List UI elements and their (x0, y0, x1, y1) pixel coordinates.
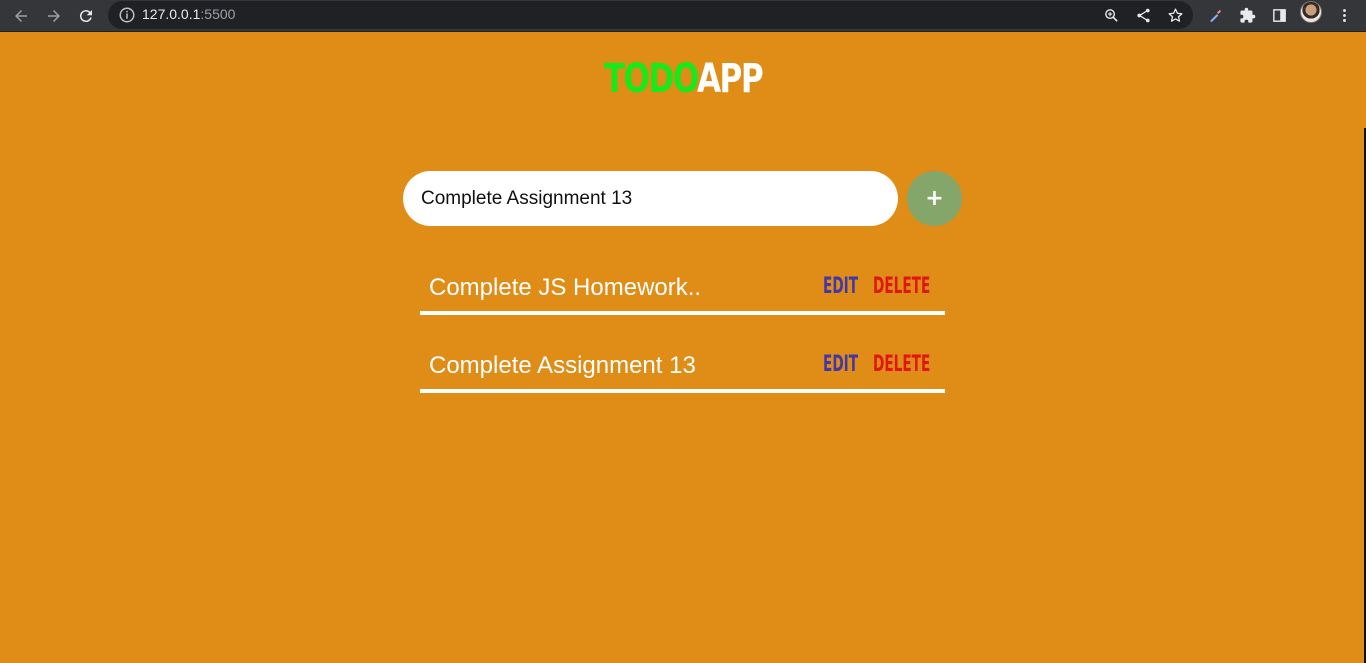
more-menu-icon[interactable] (1332, 3, 1356, 27)
address-bar[interactable]: 127.0.0.1:5500 (108, 1, 1193, 29)
todo-text: Complete JS Homework.. (429, 274, 702, 301)
browser-toolbar: 127.0.0.1:5500 (0, 0, 1366, 32)
bookmark-star-icon[interactable] (1163, 3, 1187, 27)
color-picker-extension-icon[interactable] (1203, 3, 1227, 27)
app-logo: TODOAPP (150, 52, 1215, 106)
reload-icon[interactable] (73, 3, 99, 29)
url-port: :5500 (200, 6, 236, 22)
add-todo-button[interactable]: + (907, 171, 962, 226)
todo-input[interactable] (403, 171, 898, 226)
todo-text: Complete Assignment 13 (429, 352, 696, 379)
delete-button[interactable]: DELETE (873, 274, 930, 299)
url-host: 127.0.0.1 (142, 6, 201, 22)
info-icon[interactable] (118, 6, 136, 24)
share-icon[interactable] (1131, 3, 1155, 27)
edit-button[interactable]: EDIT (823, 274, 858, 299)
logo-app-text: APP (696, 56, 764, 102)
logo-todo-text: TODO (603, 56, 699, 102)
zoom-icon[interactable] (1099, 3, 1123, 27)
profile-avatar[interactable] (1300, 1, 1322, 23)
todo-input-container (403, 171, 898, 226)
todo-item: Complete JS Homework.. EDIT DELETE (420, 262, 945, 315)
url-text: 127.0.0.1:5500 (142, 5, 235, 23)
todo-item: Complete Assignment 13 EDIT DELETE (420, 340, 945, 393)
side-panel-icon[interactable] (1267, 3, 1291, 27)
forward-icon[interactable] (41, 3, 67, 29)
todo-list: Complete JS Homework.. EDIT DELETE Compl… (420, 262, 945, 418)
back-icon[interactable] (8, 3, 34, 29)
plus-icon: + (925, 186, 944, 211)
edit-button[interactable]: EDIT (823, 352, 858, 377)
extensions-puzzle-icon[interactable] (1235, 3, 1259, 27)
delete-button[interactable]: DELETE (873, 352, 930, 377)
